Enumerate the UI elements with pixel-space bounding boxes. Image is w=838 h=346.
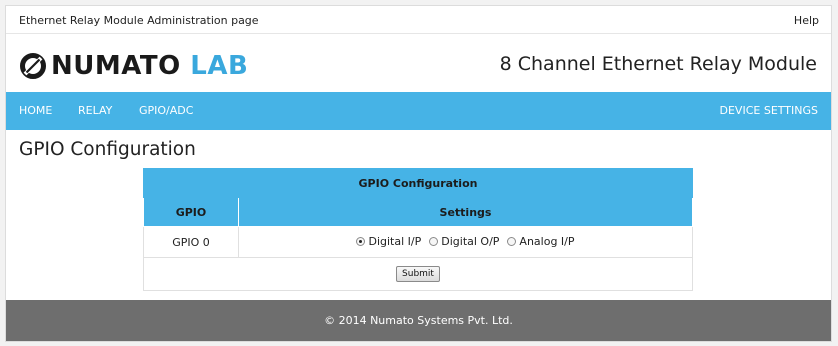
gpio-mode-radio-group: Digital I/P Digital O/P Analog I/P (356, 235, 575, 248)
copyright-text: © 2014 Numato Systems Pvt. Ltd. (324, 314, 513, 327)
table-title: GPIO Configuration (143, 168, 693, 198)
radio-label: Digital O/P (441, 235, 500, 248)
radio-label: Digital I/P (368, 235, 422, 248)
radio-analog-input[interactable]: Analog I/P (507, 235, 575, 248)
nav-gpio-adc[interactable]: GPIO/ADC (139, 104, 193, 117)
radio-button[interactable] (507, 237, 517, 246)
column-header-gpio: GPIO (143, 197, 239, 227)
logo-text: NUMATO LAB (51, 51, 248, 81)
logo-word-numato: NUMATO (51, 51, 181, 81)
submit-cell: Submit (143, 257, 693, 291)
main-nav: HOME RELAY GPIO/ADC DEVICE SETTINGS (6, 92, 831, 130)
nav-relay[interactable]: RELAY (78, 104, 112, 117)
submit-button[interactable]: Submit (396, 266, 440, 282)
radio-button[interactable] (429, 237, 439, 246)
gpio-name-cell: GPIO 0 (143, 226, 239, 258)
radio-button-selected[interactable] (356, 237, 366, 246)
submit-row: Submit (143, 257, 693, 291)
logo-word-lab: LAB (190, 51, 249, 81)
product-title: 8 Channel Ethernet Relay Module (499, 53, 817, 75)
table-row: GPIO 0 Digital I/P Digital O/P Analog I/… (143, 226, 693, 258)
radio-label: Analog I/P (519, 235, 575, 248)
gpio-config-panel: GPIO Configuration GPIO Settings GPIO 0 … (143, 168, 693, 291)
footer: © 2014 Numato Systems Pvt. Ltd. (6, 300, 831, 341)
radio-digital-output[interactable]: Digital O/P (429, 235, 499, 248)
settings-cell: Digital I/P Digital O/P Analog I/P (238, 226, 693, 258)
brand-header: NUMATO LAB 8 Channel Ethernet Relay Modu… (6, 34, 831, 93)
page-frame: Ethernet Relay Module Administration pag… (5, 5, 832, 342)
nav-home[interactable]: HOME (19, 104, 52, 117)
numato-logo: NUMATO LAB (19, 51, 248, 81)
help-link[interactable]: Help (794, 14, 819, 27)
radio-digital-input[interactable]: Digital I/P (356, 235, 421, 248)
gpio-config-table: GPIO Configuration GPIO Settings GPIO 0 … (143, 168, 693, 291)
numato-logo-icon (20, 53, 46, 79)
nav-device-settings[interactable]: DEVICE SETTINGS (720, 104, 818, 117)
column-header-settings: Settings (238, 197, 693, 227)
top-bar: Ethernet Relay Module Administration pag… (6, 6, 831, 34)
admin-page-title: Ethernet Relay Module Administration pag… (19, 14, 259, 27)
page-title: GPIO Configuration (19, 139, 196, 160)
